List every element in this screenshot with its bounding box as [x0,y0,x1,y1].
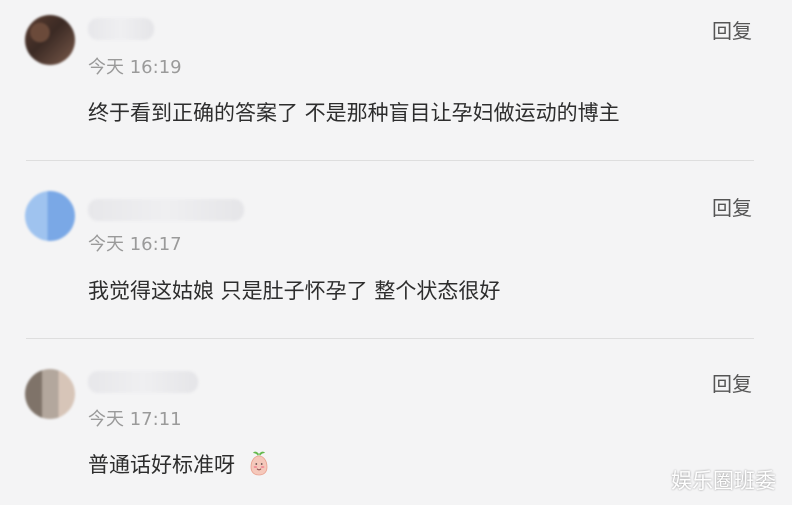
reply-button[interactable]: 回复 [712,368,752,397]
comment-timestamp: 今天 16:19 [88,57,182,78]
username-redacted [88,371,198,393]
comment-text: 终于看到正确的答案了 不是那种盲目让孕妇做运动的博主 [88,101,620,125]
comment-divider [26,338,754,339]
comment-timestamp: 今天 16:17 [88,234,182,255]
reply-button[interactable]: 回复 [712,192,752,221]
watermark: 娱乐圈班委 [671,469,776,493]
comment-list: 回复 今天 16:19 终于看到正确的答案了 不是那种盲目让孕妇做运动的博主 回… [0,0,792,505]
avatar[interactable] [25,191,75,241]
blushing-radish-emoji-icon [247,451,271,477]
comment-divider [26,160,754,161]
avatar[interactable] [25,369,75,419]
username-redacted [88,199,244,221]
username-redacted [88,18,154,40]
comment-text: 我觉得这姑娘 只是肚子怀孕了 整个状态很好 [88,279,501,303]
avatar[interactable] [25,15,75,65]
comment-timestamp: 今天 17:11 [88,409,182,430]
reply-button[interactable]: 回复 [712,15,752,44]
comment-text: 普通话好标准呀 [88,453,235,477]
comment-line: 普通话好标准呀 [88,449,271,479]
